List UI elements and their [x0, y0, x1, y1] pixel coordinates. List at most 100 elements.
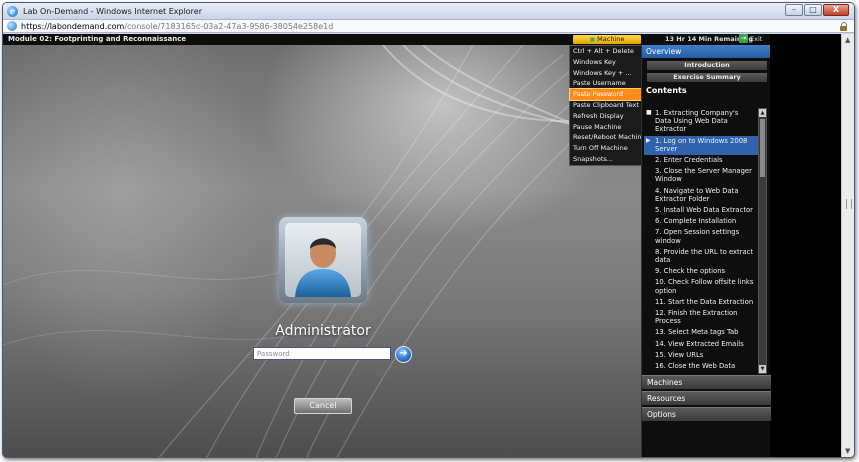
instructions-panel: Overview Introduction Exercise Summary C… — [641, 45, 771, 457]
toc-marker-icon — [646, 167, 655, 183]
toc-item[interactable]: 5. Install Web Data Extractor — [644, 205, 758, 216]
cancel-button[interactable]: Cancel — [294, 398, 352, 414]
exercise-summary-button[interactable]: Exercise Summary — [647, 73, 767, 82]
url-host: labondemand.com — [49, 21, 125, 31]
user-name: Administrator — [275, 323, 371, 339]
window-title: Lab On-Demand - Windows Internet Explore… — [23, 6, 203, 16]
toc-marker-icon — [646, 362, 655, 370]
toc-item[interactable]: 10. Check Follow offsite links option — [644, 277, 758, 296]
remote-desktop[interactable]: Administrator ➔ Cancel — [3, 45, 641, 457]
toc-item-label: 2. Enter Credentials — [655, 156, 723, 165]
toc-marker-icon — [646, 309, 655, 325]
toc-item[interactable]: 6. Complete Installation — [644, 216, 758, 227]
toc-item-label: 5. Install Web Data Extractor — [655, 206, 753, 215]
toc-item[interactable]: 7. Open Session settings window — [644, 227, 758, 246]
menu-item-refresh-display[interactable]: Refresh Display — [570, 111, 643, 122]
contents-title: Contents — [646, 86, 687, 95]
table-of-contents: ■ 1. Extracting Company's Data Using Web … — [644, 108, 758, 374]
machine-commands-menu: Ctrl + Alt + Delete Windows Key Windows … — [569, 45, 645, 166]
submit-arrow-button[interactable]: ➔ — [395, 346, 412, 363]
toc-item[interactable]: 15. View URLs — [644, 350, 758, 361]
toc-marker-icon — [646, 267, 655, 275]
menu-item-windows-key-combo[interactable]: Windows Key + ... — [570, 68, 643, 79]
toc-item-label: 8. Provide the URL to extract data — [655, 247, 754, 265]
module-title: Module 02: Footprinting and Reconnaissan… — [8, 35, 187, 43]
toc-item-active[interactable]: ▶ 1. Log on to Windows 2008 Server — [644, 135, 758, 156]
user-avatar-icon — [285, 223, 361, 297]
toc-marker-icon — [646, 340, 655, 348]
scroll-grip[interactable] — [846, 199, 852, 209]
contents-scrollbar[interactable]: ▲ ▼ — [758, 108, 767, 374]
toc-item-label: 1. Log on to Windows 2008 Server — [655, 136, 748, 153]
toc-item[interactable]: 11. Start the Data Extraction — [644, 297, 758, 308]
browser-scrollbar[interactable]: ▲ ▼ — [841, 34, 854, 457]
scroll-up-icon[interactable]: ▲ — [759, 109, 766, 117]
toc-item[interactable]: 14. View Extracted Emails — [644, 339, 758, 350]
toc-marker-icon — [646, 228, 655, 244]
toc-item[interactable]: 4. Navigate to Web Data Extractor Folder — [644, 186, 758, 205]
toc-item[interactable]: ■ 1. Extracting Company's Data Using Web … — [644, 108, 758, 136]
menu-item-turn-off-machine[interactable]: Turn Off Machine — [570, 143, 643, 154]
options-section[interactable]: Options — [642, 407, 771, 421]
menu-item-snapshots[interactable]: Snapshots... — [570, 154, 643, 165]
browser-window: e Lab On-Demand - Windows Internet Explo… — [2, 2, 855, 458]
window-controls: – □ X — [785, 4, 849, 16]
machine-commands-button[interactable]: Machine Commands — [573, 35, 641, 52]
toc-item-label: 7. Open Session settings window — [655, 228, 740, 245]
toc-item-label: 16. Close the Web Data — [655, 362, 736, 371]
overview-header[interactable]: Overview — [642, 45, 770, 58]
menu-item-pause-machine[interactable]: Pause Machine — [570, 122, 643, 133]
toc-marker-icon — [646, 248, 655, 264]
toc-arrow-icon: ▶ — [646, 136, 651, 144]
minimize-button[interactable]: – — [785, 4, 803, 16]
machines-section[interactable]: Machines — [642, 375, 771, 389]
toc-item-label: 13. Select Meta tags Tab — [655, 328, 739, 337]
scroll-down-icon[interactable]: ▼ — [759, 365, 766, 373]
toc-item[interactable]: 8. Provide the URL to extract data — [644, 247, 758, 266]
toc-item[interactable]: 13. Select Meta tags Tab — [644, 327, 758, 338]
lab-toolbar: Module 02: Footprinting and Reconnaissan… — [3, 34, 770, 52]
menu-item-paste-clipboard-text[interactable]: Paste Clipboard Text — [570, 100, 643, 111]
scroll-up-arrow-icon[interactable]: ▲ — [845, 36, 850, 44]
toc-item[interactable]: 2. Enter Credentials — [644, 155, 758, 166]
address-bar[interactable]: https://labondemand.com/console/7183165c… — [3, 19, 854, 33]
toc-item[interactable]: 3. Close the Server Manager Window — [644, 166, 758, 185]
toc-item-label: 10. Check Follow offsite links option — [655, 278, 754, 295]
url-text[interactable]: https://labondemand.com/console/7183165c… — [21, 22, 333, 31]
toc-marker-icon — [646, 206, 655, 214]
user-tile[interactable] — [279, 217, 367, 303]
toc-item-label: 15. View URLs — [655, 350, 704, 359]
url-path: /console/7183165c-03a2-47a3-9586-38054e2… — [124, 21, 334, 31]
introduction-button[interactable]: Introduction — [647, 61, 767, 70]
toc-marker-icon: ■ — [646, 109, 652, 116]
menu-item-paste-username[interactable]: Paste Username — [570, 78, 643, 89]
password-input[interactable] — [253, 347, 391, 360]
scroll-down-arrow-icon[interactable]: ▼ — [845, 447, 850, 455]
exit-button[interactable]: ⇥ Exit — [739, 34, 762, 43]
toc-item-label: 4. Navigate to Web Data Extractor Folder — [655, 186, 739, 203]
resources-section[interactable]: Resources — [642, 391, 771, 405]
menu-item-paste-password[interactable]: Paste Password — [569, 88, 644, 101]
lock-icon[interactable] — [840, 22, 848, 31]
toc-marker-icon — [646, 187, 655, 203]
toc-item[interactable]: 12. Finish the Extraction Process — [644, 308, 758, 327]
toc-marker-icon — [646, 298, 655, 306]
toc-item[interactable]: 9. Check the options — [644, 266, 758, 277]
page-favicon-icon — [7, 21, 17, 31]
scroll-thumb[interactable] — [760, 119, 765, 177]
toc-item-label: 11. Start the Data Extraction — [655, 297, 754, 306]
maximize-button[interactable]: □ — [804, 4, 822, 16]
toc-marker-icon — [646, 156, 655, 164]
menu-item-ctrl-alt-delete[interactable]: Ctrl + Alt + Delete — [570, 46, 643, 57]
exit-icon: ⇥ — [739, 34, 748, 43]
close-button[interactable]: X — [823, 4, 849, 16]
toc-item-label: 14. View Extracted Emails — [655, 339, 744, 348]
toc-marker-icon — [646, 328, 655, 336]
toc-item[interactable]: 16. Close the Web Data — [644, 361, 758, 372]
menu-item-reset-reboot-machine[interactable]: Reset/Reboot Machine — [570, 132, 645, 143]
toc-marker-icon — [646, 278, 655, 294]
exit-label: Exit — [750, 34, 763, 43]
menu-item-windows-key[interactable]: Windows Key — [570, 57, 643, 68]
toc-item-label: 1. Extracting Company's Data Using Web D… — [655, 109, 739, 134]
toc-item-label: 12. Finish the Extraction Process — [655, 309, 738, 326]
